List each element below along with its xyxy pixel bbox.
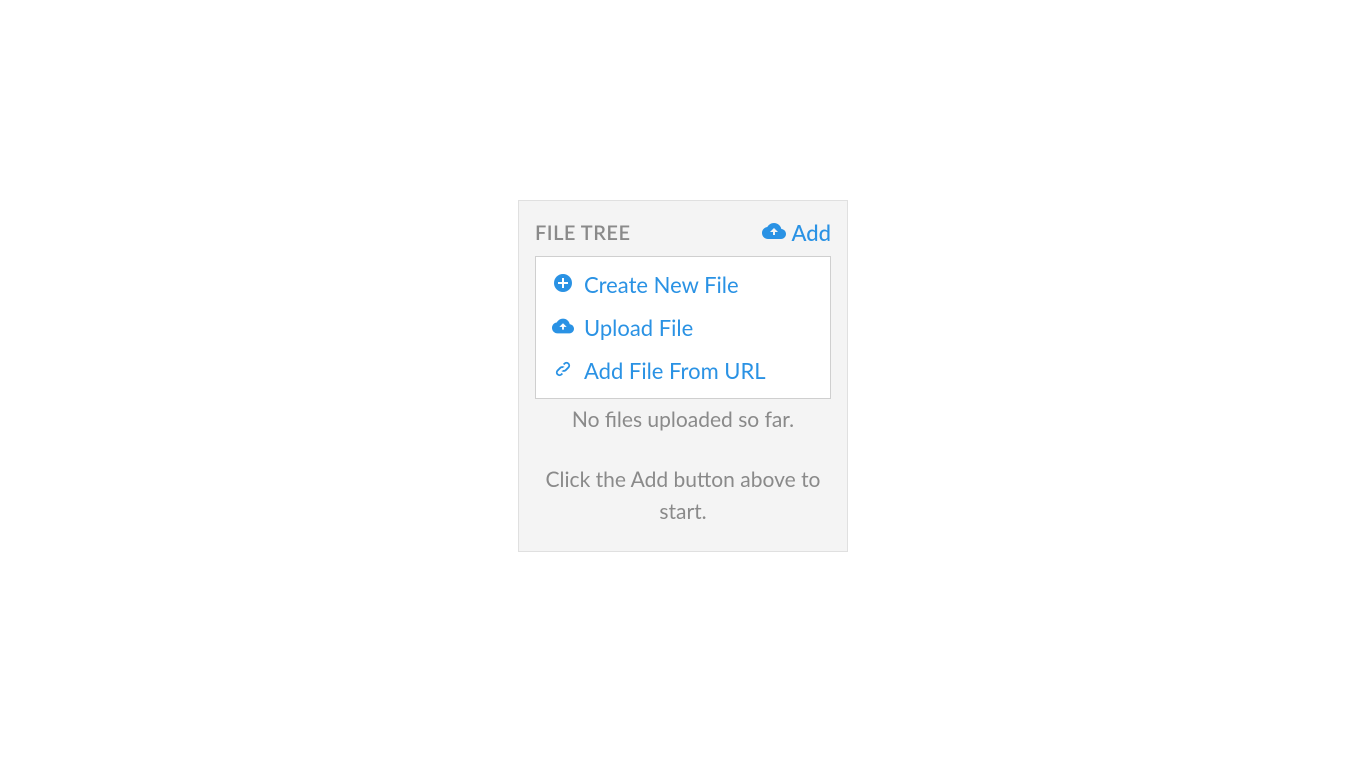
add-dropdown: Create New File Upload File Add File Fro… bbox=[535, 256, 831, 399]
upload-file-label: Upload File bbox=[584, 314, 693, 341]
plus-circle-icon bbox=[552, 271, 574, 298]
create-new-file-label: Create New File bbox=[584, 271, 739, 298]
add-file-from-url-item[interactable]: Add File From URL bbox=[536, 349, 830, 392]
link-icon bbox=[552, 357, 574, 384]
cloud-upload-icon bbox=[762, 219, 786, 246]
create-new-file-item[interactable]: Create New File bbox=[536, 263, 830, 306]
add-button[interactable]: Add bbox=[762, 219, 831, 246]
panel-header: FILE TREE Add bbox=[535, 219, 831, 246]
hint-text: Click the Add button above to start. bbox=[535, 464, 831, 527]
panel-title: FILE TREE bbox=[535, 221, 630, 245]
file-tree-panel: FILE TREE Add Create New File bbox=[518, 200, 848, 552]
cloud-upload-icon bbox=[552, 314, 574, 341]
upload-file-item[interactable]: Upload File bbox=[536, 306, 830, 349]
empty-state-text: No files uploaded so far. bbox=[535, 407, 831, 432]
add-file-from-url-label: Add File From URL bbox=[584, 357, 766, 384]
add-button-label: Add bbox=[792, 219, 831, 246]
